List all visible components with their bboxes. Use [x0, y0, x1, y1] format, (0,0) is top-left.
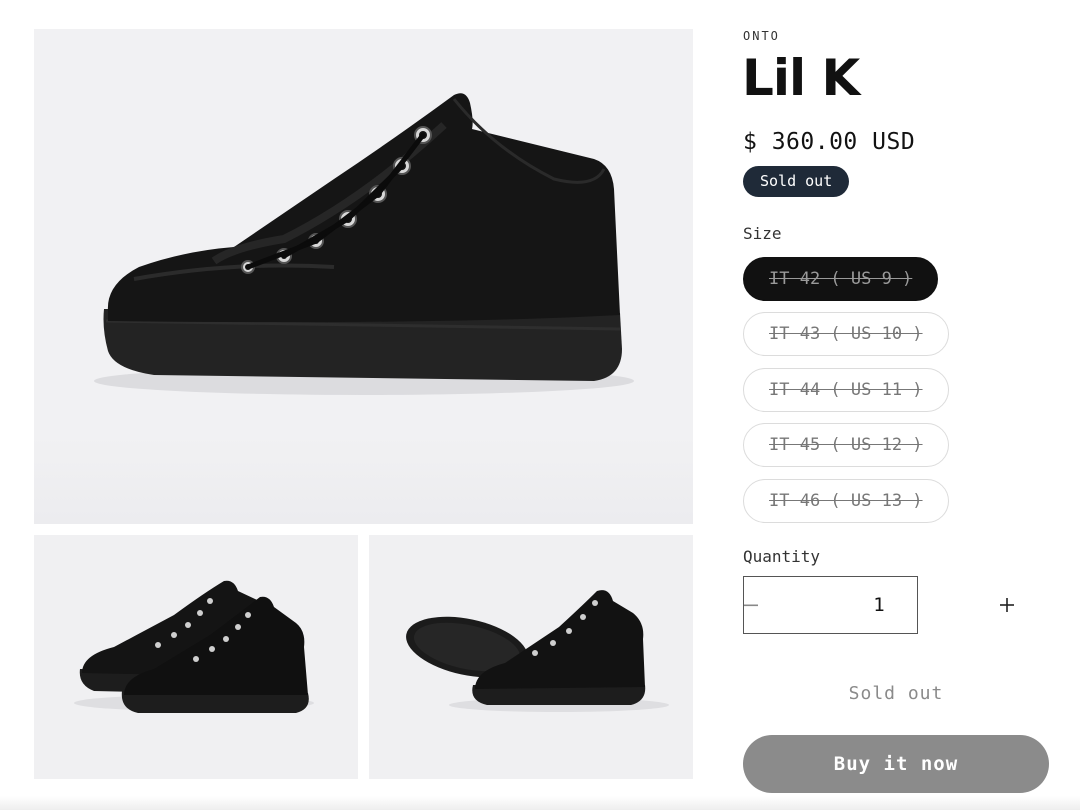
- sneaker-side-view-image: [94, 93, 634, 395]
- product-image-main[interactable]: [34, 29, 693, 524]
- quantity-stepper: [743, 576, 1014, 634]
- product-price: $ 360.00 USD: [743, 129, 916, 155]
- sneaker-sole-image: [406, 590, 669, 712]
- quantity-input[interactable]: [758, 594, 1000, 616]
- minus-icon: [744, 604, 758, 607]
- product-image-sole[interactable]: [369, 535, 693, 779]
- add-to-cart-sold-out-button[interactable]: Sold out: [743, 666, 1049, 722]
- product-vendor: ONTO: [743, 29, 780, 43]
- bottom-divider: [0, 796, 1080, 810]
- buy-it-now-button[interactable]: Buy it now: [743, 735, 1049, 793]
- size-option-it-44[interactable]: IT 44 ( US 11 ): [743, 368, 949, 412]
- quantity-decrease-button[interactable]: [744, 577, 758, 633]
- product-image-pair[interactable]: [34, 535, 358, 779]
- size-option-it-43[interactable]: IT 43 ( US 10 ): [743, 312, 949, 356]
- product-title: Lil K: [742, 49, 860, 107]
- size-label: Size: [743, 224, 782, 243]
- quantity-increase-button[interactable]: [1000, 577, 1014, 633]
- size-option-it-46[interactable]: IT 46 ( US 13 ): [743, 479, 949, 523]
- sold-out-badge: Sold out: [743, 166, 850, 197]
- quantity-label: Quantity: [743, 547, 821, 566]
- size-option-it-45[interactable]: IT 45 ( US 12 ): [743, 423, 949, 467]
- sneaker-pair-image: [74, 580, 314, 713]
- plus-icon: [1000, 598, 1014, 612]
- size-option-it-42[interactable]: IT 42 ( US 9 ): [743, 257, 939, 301]
